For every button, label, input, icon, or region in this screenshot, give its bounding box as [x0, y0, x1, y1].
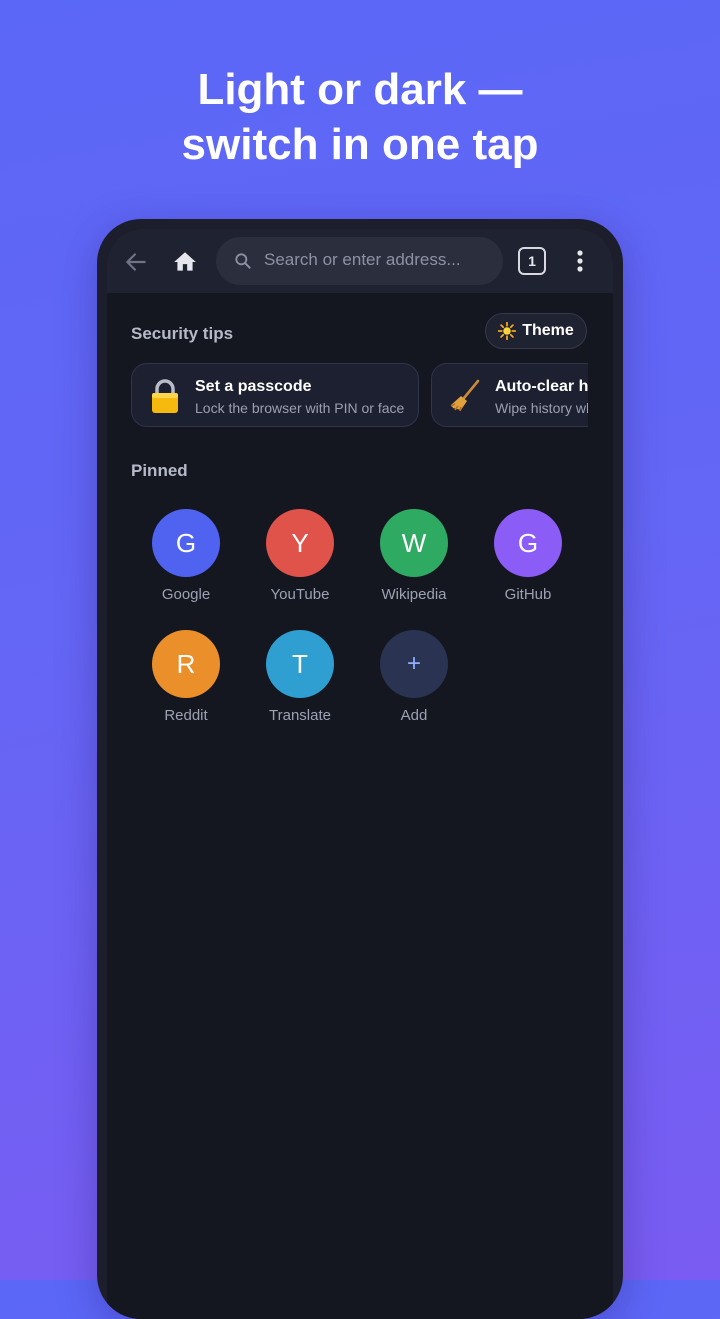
site-avatar: G: [152, 509, 220, 577]
theme-toggle-button[interactable]: Theme: [485, 313, 587, 349]
back-button[interactable]: [121, 247, 151, 277]
home-icon: [174, 252, 196, 271]
address-bar[interactable]: Search or enter address...: [216, 237, 503, 285]
menu-button[interactable]: [569, 247, 591, 275]
tip-subtitle: Lock the browser with PIN or face: [195, 400, 405, 416]
site-avatar: Y: [266, 509, 334, 577]
theme-button-label: Theme: [522, 322, 574, 339]
security-tips-carousel[interactable]: Set a passcode Lock the browser with PIN…: [131, 363, 588, 429]
tip-card-passcode[interactable]: Set a passcode Lock the browser with PIN…: [131, 363, 419, 427]
plus-icon: +: [380, 630, 448, 698]
site-label: Add: [400, 707, 428, 724]
tip-subtitle: Wipe history when you exit: [495, 400, 588, 416]
search-icon: [235, 253, 251, 269]
broom-icon: [450, 379, 480, 412]
site-label: Translate: [269, 707, 331, 724]
browser-screen: Search or enter address... 1 Security ti…: [107, 229, 613, 1319]
home-button[interactable]: [169, 246, 201, 278]
security-tips-title: Security tips: [131, 324, 234, 343]
pinned-title: Pinned: [131, 461, 188, 480]
phone-frame: Search or enter address... 1 Security ti…: [97, 219, 623, 1319]
tab-switcher-button[interactable]: 1: [518, 247, 546, 275]
site-avatar: T: [266, 630, 334, 698]
pinned-site-github[interactable]: G GitHub: [473, 509, 583, 603]
site-label: YouTube: [270, 586, 330, 603]
sun-icon: [498, 322, 517, 340]
pinned-site-google[interactable]: G Google: [131, 509, 241, 603]
lock-icon: [152, 379, 178, 413]
site-avatar: G: [494, 509, 562, 577]
browser-toolbar: Search or enter address... 1: [107, 229, 613, 293]
site-avatar: W: [380, 509, 448, 577]
site-label: Reddit: [164, 707, 208, 724]
pinned-site-translate[interactable]: T Translate: [245, 630, 355, 724]
pinned-site-reddit[interactable]: R Reddit: [131, 630, 241, 724]
address-placeholder: Search or enter address...: [264, 250, 461, 269]
tip-card-auto-clear[interactable]: Auto-clear history Wipe history when you…: [431, 363, 588, 427]
headline-line-2: switch in one tap: [181, 120, 539, 169]
arrow-left-icon: [126, 253, 146, 271]
pinned-site-wikipedia[interactable]: W Wikipedia: [359, 509, 469, 603]
add-pinned-site-button[interactable]: + Add: [359, 630, 469, 724]
site-label: Google: [161, 586, 211, 603]
headline: Light or dark — switch in one tap: [0, 62, 720, 172]
pinned-site-youtube[interactable]: Y YouTube: [245, 509, 355, 603]
site-label: GitHub: [504, 586, 552, 603]
tip-title: Auto-clear history: [495, 378, 588, 395]
site-label: Wikipedia: [381, 586, 447, 603]
site-avatar: R: [152, 630, 220, 698]
headline-line-1: Light or dark —: [197, 65, 523, 114]
more-vertical-icon: [577, 250, 583, 272]
tip-title: Set a passcode: [195, 378, 312, 395]
